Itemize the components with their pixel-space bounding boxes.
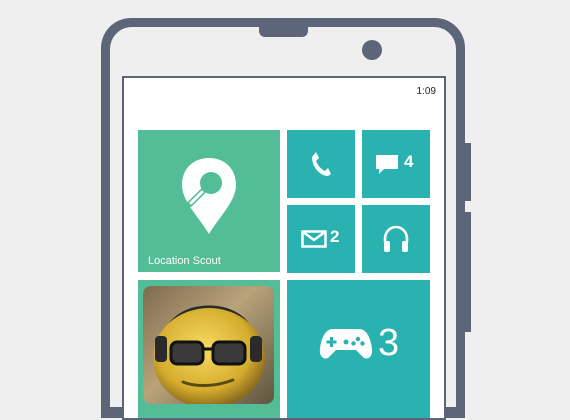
messages-count: 4 <box>404 152 414 171</box>
side-button-power[interactable] <box>465 212 471 332</box>
status-time: 1:09 <box>416 86 436 97</box>
tile-messages[interactable]: 4 <box>362 130 430 198</box>
smiley-headphones-photo <box>143 286 274 404</box>
gamepad-icon <box>319 326 373 362</box>
map-pin-search-icon <box>178 156 240 236</box>
mail-icon <box>301 230 327 248</box>
speaker-notch <box>259 27 308 37</box>
message-icon <box>375 154 399 176</box>
mail-count: 2 <box>330 227 340 246</box>
phone-screen: 1:09 Location Scout 4 2 3 <box>122 76 446 420</box>
tile-mail[interactable]: 2 <box>287 205 355 273</box>
phone-icon <box>310 151 332 177</box>
tile-games[interactable]: 3 <box>287 280 430 418</box>
side-button-volume[interactable] <box>465 143 471 201</box>
tile-phone[interactable] <box>287 130 355 198</box>
tile-label-location-scout: Location Scout <box>148 255 221 267</box>
tile-location-scout[interactable]: Location Scout <box>138 130 280 272</box>
front-camera <box>362 40 382 60</box>
headphones-icon <box>381 224 411 254</box>
games-count: 3 <box>378 322 400 364</box>
tile-music[interactable] <box>362 205 430 273</box>
tile-photo[interactable] <box>138 280 280 418</box>
